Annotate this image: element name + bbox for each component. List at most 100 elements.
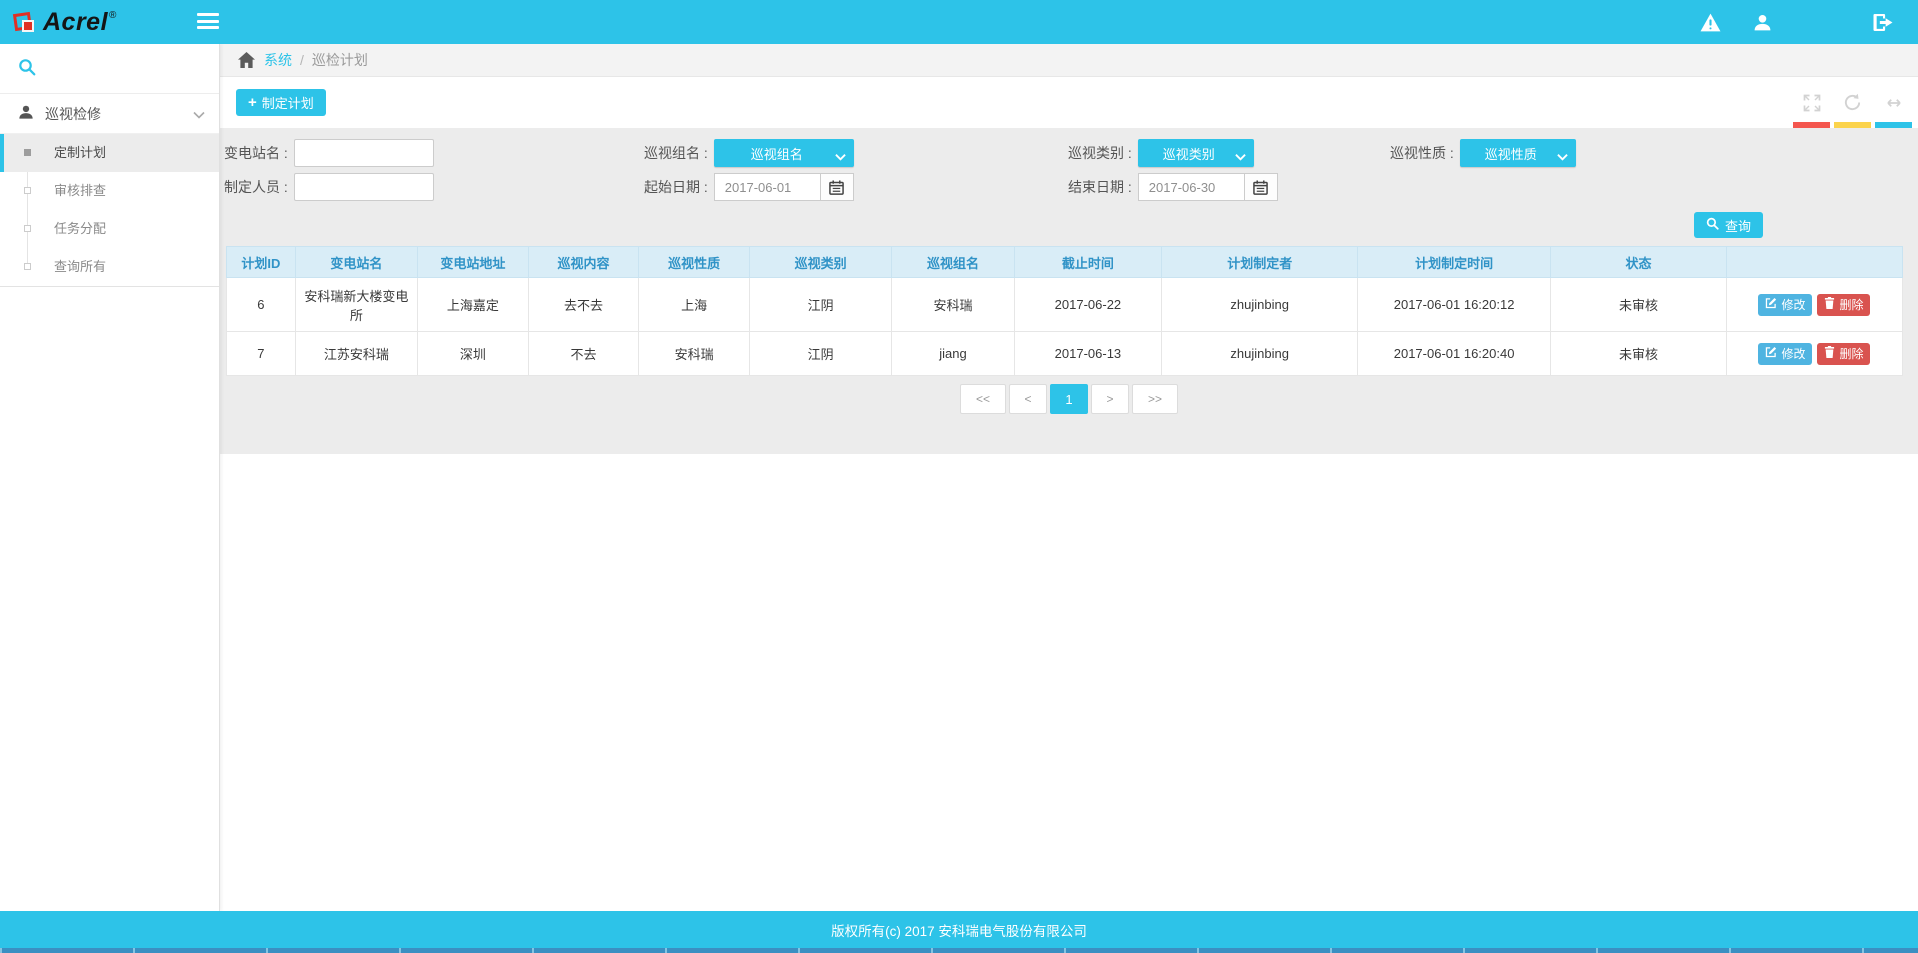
patrol-category-select[interactable]: 巡视类别 <box>1138 139 1254 167</box>
cell-status: 未审核 <box>1550 332 1726 376</box>
chevron-down-icon <box>835 149 846 164</box>
plan-panel: 变电站名 : 巡视组名 : 巡视组名 巡视类别 : 巡视类别 <box>220 128 1918 454</box>
search-icon <box>1706 217 1719 233</box>
cell-station: 江苏安科瑞 <box>295 332 417 376</box>
person-icon <box>18 104 34 123</box>
query-row: 查询 <box>220 204 1918 244</box>
breadcrumb-current: 巡检计划 <box>312 50 368 70</box>
registered-mark: ® <box>109 10 116 21</box>
bullet-icon <box>24 187 31 194</box>
patrol-category-label: 巡视类别 : <box>1068 143 1132 163</box>
acrel-logo-icon <box>12 11 36 33</box>
patrol-nature-value: 巡视性质 <box>1485 144 1537 163</box>
plan-table: 计划ID 变电站名 变电站地址 巡视内容 巡视性质 巡视类别 巡视组名 截止时间… <box>226 246 1903 376</box>
breadcrumb-separator: / <box>300 52 304 68</box>
patrol-group-select[interactable]: 巡视组名 <box>714 139 854 167</box>
col-deadline: 截止时间 <box>1014 247 1161 278</box>
user-icon[interactable] <box>1742 0 1782 44</box>
cell-group: 安科瑞 <box>892 278 1014 332</box>
patrol-nature-select[interactable]: 巡视性质 <box>1460 139 1576 167</box>
pagination-next[interactable]: > <box>1091 384 1129 414</box>
home-icon[interactable] <box>238 52 255 68</box>
create-plan-button[interactable]: + 制定计划 <box>236 89 326 116</box>
app-window: Acrel ® 巡视检修 <box>0 0 1918 953</box>
col-station: 变电站名 <box>295 247 417 278</box>
col-status: 状态 <box>1550 247 1726 278</box>
cell-plan-id: 7 <box>227 332 296 376</box>
end-date-calendar-button[interactable] <box>1244 173 1278 201</box>
pagination-last[interactable]: >> <box>1132 384 1178 414</box>
table-row: 6 安科瑞新大楼变电所 上海嘉定 去不去 上海 江阴 安科瑞 2017-06-2… <box>227 278 1903 332</box>
delete-label: 删除 <box>1839 345 1863 362</box>
menu-parent-label: 巡视检修 <box>45 104 193 124</box>
panel-controls <box>1789 77 1912 128</box>
top-navbar: Acrel ® <box>0 0 1918 44</box>
pagination-first[interactable]: << <box>960 384 1006 414</box>
hamburger-icon[interactable] <box>197 13 221 31</box>
bullet-icon <box>24 263 31 270</box>
start-date-input[interactable] <box>714 173 820 201</box>
planner-input[interactable] <box>294 173 434 201</box>
cell-creator: zhujinbing <box>1162 278 1358 332</box>
cell-category: 江阴 <box>749 278 891 332</box>
cell-created-at: 2017-06-01 16:20:12 <box>1358 278 1551 332</box>
alert-icon[interactable] <box>1690 0 1730 44</box>
table-header-row: 计划ID 变电站名 变电站地址 巡视内容 巡视性质 巡视类别 巡视组名 截止时间… <box>227 247 1903 278</box>
patrol-group-label: 巡视组名 : <box>644 143 708 163</box>
fullscreen-icon[interactable] <box>1793 77 1830 128</box>
col-group: 巡视组名 <box>892 247 1014 278</box>
create-plan-label: 制定计划 <box>262 93 314 112</box>
patrol-nature-label: 巡视性质 : <box>1390 143 1454 163</box>
delete-button[interactable]: 删除 <box>1817 343 1870 365</box>
search-icon <box>18 58 36 79</box>
start-date-calendar-button[interactable] <box>820 173 854 201</box>
pagination-prev[interactable]: < <box>1009 384 1047 414</box>
edit-button[interactable]: 修改 <box>1758 294 1812 316</box>
bullet-icon <box>24 225 31 232</box>
table-row: 7 江苏安科瑞 深圳 不去 安科瑞 江阴 jiang 2017-06-13 zh… <box>227 332 1903 376</box>
sidebar-item-query-all[interactable]: 查询所有 <box>0 248 219 286</box>
col-actions <box>1726 247 1902 278</box>
sidebar-item-task-assignment[interactable]: 任务分配 <box>0 210 219 248</box>
cell-address: 上海嘉定 <box>418 278 529 332</box>
end-date-input[interactable] <box>1138 173 1244 201</box>
sidebar-item-audit-check[interactable]: 审核排查 <box>0 172 219 210</box>
start-date-label: 起始日期 : <box>644 177 708 197</box>
main-content: 系统 / 巡检计划 + 制定计划 <box>220 44 1918 911</box>
col-content: 巡视内容 <box>528 247 639 278</box>
cell-content: 不去 <box>528 332 639 376</box>
cell-nature: 上海 <box>639 278 750 332</box>
pagination-page-1[interactable]: 1 <box>1050 384 1088 414</box>
resize-icon[interactable] <box>1875 77 1912 128</box>
col-address: 变电站地址 <box>418 247 529 278</box>
chevron-down-icon <box>1557 149 1568 164</box>
station-name-input[interactable] <box>294 139 434 167</box>
sidebar-item-label: 查询所有 <box>54 259 106 274</box>
cell-created-at: 2017-06-01 16:20:40 <box>1358 332 1551 376</box>
refresh-icon[interactable] <box>1834 77 1871 128</box>
footer: 版权所有(c) 2017 安科瑞电气股份有限公司 <box>0 911 1918 948</box>
logo-text: Acrel <box>43 8 108 37</box>
toolbar: + 制定计划 <box>220 77 1918 128</box>
chevron-down-icon <box>193 106 205 122</box>
breadcrumb: 系统 / 巡检计划 <box>220 44 1918 77</box>
filter-row-1: 变电站名 : 巡视组名 : 巡视组名 巡视类别 : 巡视类别 <box>220 136 1918 170</box>
cell-deadline: 2017-06-13 <box>1014 332 1161 376</box>
sidebar-search[interactable] <box>0 44 219 94</box>
filter-row-2: 制定人员 : 起始日期 : 结束日期 : <box>220 170 1918 204</box>
cell-plan-id: 6 <box>227 278 296 332</box>
brand-logo[interactable]: Acrel ® <box>12 0 116 44</box>
cell-nature: 安科瑞 <box>639 332 750 376</box>
breadcrumb-link-system[interactable]: 系统 <box>264 50 292 70</box>
delete-button[interactable]: 删除 <box>1817 294 1870 316</box>
cell-content: 去不去 <box>528 278 639 332</box>
cell-deadline: 2017-06-22 <box>1014 278 1161 332</box>
sidebar-item-label: 定制计划 <box>54 145 106 160</box>
query-button[interactable]: 查询 <box>1694 212 1763 238</box>
logout-icon[interactable] <box>1863 0 1903 44</box>
edit-label: 修改 <box>1781 345 1805 362</box>
sidebar-menu-patrol-maintenance[interactable]: 巡视检修 <box>0 94 219 134</box>
edit-button[interactable]: 修改 <box>1758 343 1812 365</box>
delete-label: 删除 <box>1839 296 1863 313</box>
sidebar-item-custom-plan[interactable]: 定制计划 <box>0 134 219 172</box>
